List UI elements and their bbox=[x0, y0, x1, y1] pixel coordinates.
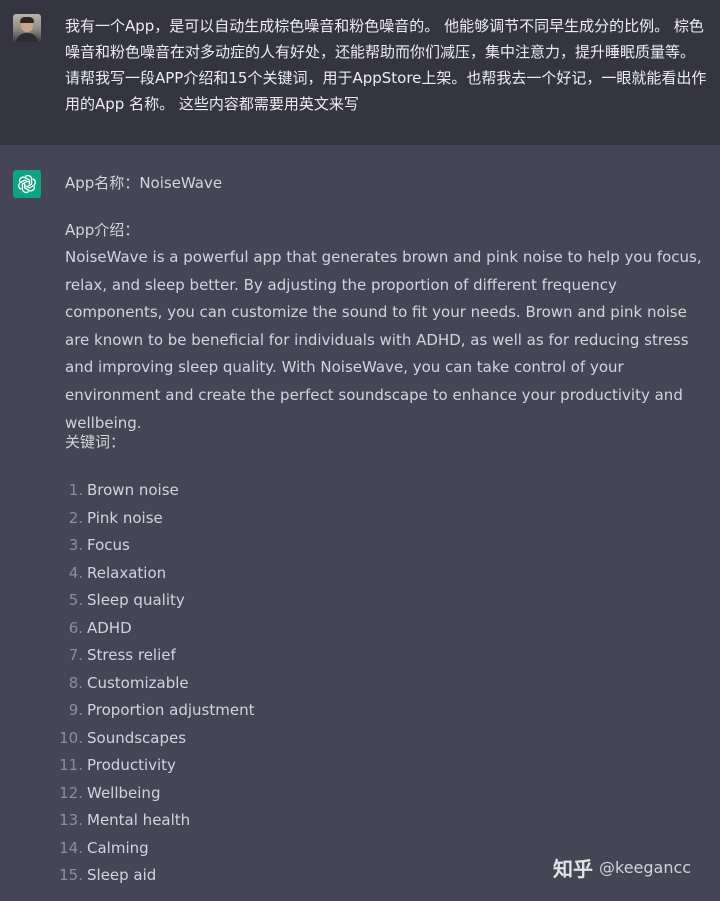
keyword-text: Pink noise bbox=[87, 508, 163, 527]
keyword-item: 4. Relaxation bbox=[53, 560, 254, 588]
keyword-text: Customizable bbox=[87, 673, 189, 692]
watermark-handle: @keegancc bbox=[599, 858, 692, 877]
keyword-number: 9. bbox=[68, 701, 83, 719]
keywords-heading: 关键词： bbox=[65, 433, 126, 451]
keyword-number: 7. bbox=[68, 646, 83, 664]
assistant-message-row: App名称：NoiseWave App介绍： NoiseWave is a po… bbox=[0, 145, 720, 901]
keyword-number: 11. bbox=[59, 756, 83, 774]
keyword-item: 3. Focus bbox=[53, 532, 254, 560]
keyword-item: 13. Mental health bbox=[53, 807, 254, 835]
keyword-number: 15. bbox=[59, 866, 83, 884]
keyword-item: 2. Pink noise bbox=[53, 505, 254, 533]
keyword-item: 10. Soundscapes bbox=[53, 725, 254, 753]
keyword-text: Brown noise bbox=[87, 481, 179, 499]
keyword-text: Mental health bbox=[87, 811, 191, 829]
intro-heading: App介绍： bbox=[65, 221, 140, 239]
keyword-item: 8. Customizable bbox=[53, 670, 254, 698]
openai-logo-icon bbox=[13, 170, 41, 198]
keyword-text: Focus bbox=[87, 536, 130, 554]
zhihu-watermark: 知乎 @keegancc bbox=[553, 853, 691, 882]
keyword-text: Sleep quality bbox=[87, 591, 185, 609]
keyword-number: 2. bbox=[68, 508, 83, 527]
keyword-number: 12. bbox=[59, 783, 83, 802]
keyword-item: 9. Proportion adjustment bbox=[53, 697, 255, 725]
keyword-text: Sleep aid bbox=[87, 866, 157, 884]
keyword-text: Productivity bbox=[87, 756, 176, 774]
keyword-text: Stress relief bbox=[87, 646, 176, 664]
keyword-text: Wellbeing bbox=[87, 783, 161, 802]
user-message-row: 我有一个App，是可以自动生成棕色噪音和粉色噪音的。 他能够调节不同早生成分的比… bbox=[0, 0, 720, 145]
keyword-text: Proportion adjustment bbox=[87, 701, 255, 719]
keyword-item: 15. Sleep aid bbox=[53, 862, 254, 890]
keyword-number: 8. bbox=[68, 673, 83, 692]
keyword-number: 6. bbox=[68, 618, 83, 637]
keyword-number: 1. bbox=[68, 481, 83, 499]
app-name-label: App名称： bbox=[65, 174, 140, 192]
app-name: NoiseWave bbox=[139, 174, 223, 192]
keyword-item: 12. Wellbeing bbox=[53, 780, 254, 808]
keyword-item: 1. Brown noise bbox=[53, 477, 254, 505]
keyword-item: 5. Sleep quality bbox=[53, 587, 254, 615]
keyword-text: ADHD bbox=[87, 618, 132, 637]
user-avatar bbox=[13, 14, 41, 42]
keyword-item: 11. Productivity bbox=[53, 752, 254, 780]
keyword-number: 13. bbox=[59, 811, 83, 829]
app-name-line: App名称：NoiseWave bbox=[65, 172, 222, 194]
keyword-text: Soundscapes bbox=[87, 728, 187, 747]
keyword-number: 3. bbox=[68, 536, 83, 554]
keyword-number: 14. bbox=[59, 838, 83, 857]
zhihu-logo: 知乎 bbox=[553, 857, 593, 881]
keyword-number: 5. bbox=[68, 591, 83, 609]
keyword-text: Calming bbox=[87, 838, 149, 857]
intro-paragraph: NoiseWave is a powerful app that generat… bbox=[65, 248, 702, 432]
keyword-text: Relaxation bbox=[87, 563, 167, 582]
keyword-item: 6. ADHD bbox=[53, 615, 254, 643]
keyword-number: 4. bbox=[68, 563, 83, 582]
keyword-item: 14. Calming bbox=[53, 835, 254, 863]
keywords-list: 1. Brown noise 2. Pink noise 3. Focus 4. Rel… bbox=[53, 477, 254, 890]
user-message-text: 我有一个App，是可以自动生成棕色噪音和粉色噪音的。 他能够调节不同早生成分的比… bbox=[65, 17, 707, 113]
keyword-item: 7. Stress relief bbox=[53, 642, 254, 670]
keyword-number: 10. bbox=[59, 728, 83, 747]
